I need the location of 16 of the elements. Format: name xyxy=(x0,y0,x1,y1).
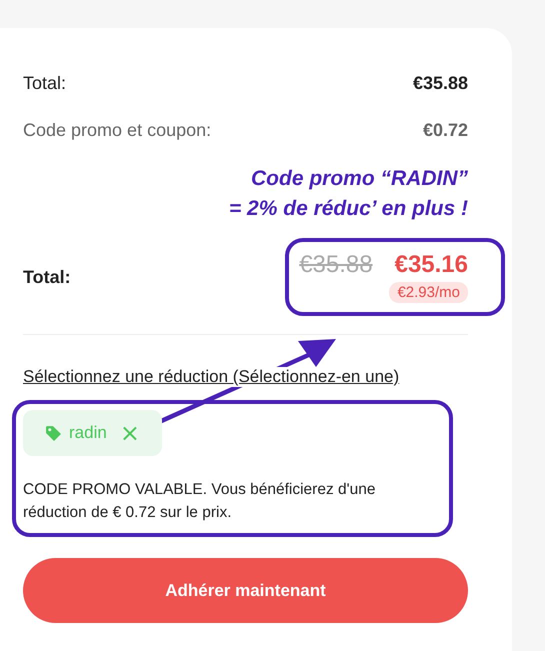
summary-label: Code promo et coupon: xyxy=(23,120,212,140)
new-price: €35.16 xyxy=(394,251,468,279)
summary-value: €0.72 xyxy=(422,120,468,140)
promo-message: CODE PROMO VALABLE. Vous bénéficierez d'une réduction de € 0.72 sur le prix. xyxy=(23,480,376,523)
total-label: Total: xyxy=(23,266,71,288)
callout-text: Code promo “RADIN” xyxy=(250,166,468,192)
join-button[interactable]: Adhérer maintenant xyxy=(23,558,468,623)
discount-link[interactable]: Sélectionnez une réduction (Sélectionnez-en une) xyxy=(23,367,400,387)
monthly-price-badge: €2.93/mo xyxy=(389,282,468,303)
summary-label: Total: xyxy=(23,72,66,94)
summary-value: €35.88 xyxy=(412,72,468,94)
callout-text: = 2% de réduc’ en plus ! xyxy=(228,196,468,222)
remove-button[interactable]: × xyxy=(114,421,140,445)
old-price: €35.88 xyxy=(299,251,373,279)
tag-icon xyxy=(45,424,62,442)
tag-name: radin xyxy=(69,423,107,443)
